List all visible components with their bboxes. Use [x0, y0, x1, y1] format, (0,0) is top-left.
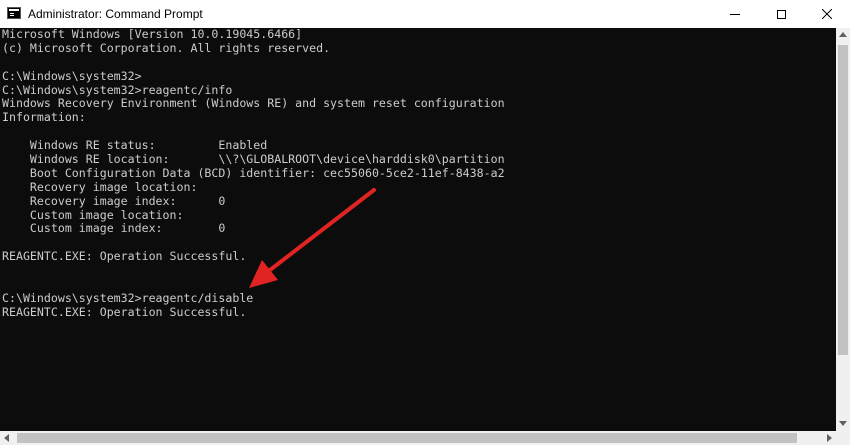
console-line: Custom image index: 0 — [2, 221, 226, 236]
vertical-scroll-thumb[interactable] — [838, 45, 848, 355]
chevron-left-icon — [4, 434, 9, 442]
console-line: Windows RE status: Enabled — [2, 138, 268, 153]
minimize-button[interactable] — [712, 0, 758, 28]
console-line: (c) Microsoft Corporation. All rights re… — [2, 40, 331, 55]
console-line: Windows RE location: \\?\GLOBALROOT\devi… — [2, 152, 505, 167]
console-line: REAGENTC.EXE: Operation Successful. — [2, 249, 247, 264]
close-icon — [822, 9, 832, 19]
console-line: Custom image location: — [2, 207, 184, 222]
console-line: Windows Recovery Environment (Windows RE… — [2, 96, 505, 111]
chevron-right-icon — [827, 434, 832, 442]
title-bar[interactable]: Administrator: Command Prompt — [0, 0, 850, 28]
console-line: Boot Configuration Data (BCD) identifier… — [2, 165, 505, 180]
close-button[interactable] — [804, 0, 850, 28]
minimize-icon — [730, 13, 740, 15]
console-line: Information: — [2, 110, 86, 125]
console-line: C:\Windows\system32> — [2, 68, 142, 83]
horizontal-scrollbar[interactable] — [0, 431, 836, 445]
console-line: C:\Windows\system32>reagentc/disable — [2, 290, 254, 305]
cmd-icon — [7, 7, 21, 19]
chevron-down-icon — [839, 421, 847, 426]
maximize-button[interactable] — [758, 0, 804, 28]
console-line: Recovery image index: 0 — [2, 193, 226, 208]
scroll-down-button[interactable] — [836, 417, 850, 431]
console-output[interactable]: Microsoft Windows [Version 10.0.19045.64… — [0, 28, 836, 431]
horizontal-scroll-thumb[interactable] — [17, 433, 797, 443]
scroll-right-button[interactable] — [822, 431, 836, 445]
console-line: Recovery image location: — [2, 179, 198, 194]
vertical-scrollbar[interactable] — [836, 28, 850, 431]
console-lines: Microsoft Windows [Version 10.0.19045.64… — [2, 28, 505, 320]
chevron-up-icon — [839, 32, 847, 37]
console-line: REAGENTC.EXE: Operation Successful. — [2, 304, 247, 319]
command-prompt-window: Administrator: Command Prompt Microsoft … — [0, 0, 850, 445]
maximize-icon — [776, 9, 786, 19]
scroll-left-button[interactable] — [0, 431, 14, 445]
scrollbar-corner — [836, 431, 850, 445]
console-line: Microsoft Windows [Version 10.0.19045.64… — [2, 28, 303, 41]
window-title: Administrator: Command Prompt — [28, 7, 203, 21]
scroll-up-button[interactable] — [836, 28, 850, 42]
console-line: C:\Windows\system32>reagentc/info — [2, 82, 233, 97]
